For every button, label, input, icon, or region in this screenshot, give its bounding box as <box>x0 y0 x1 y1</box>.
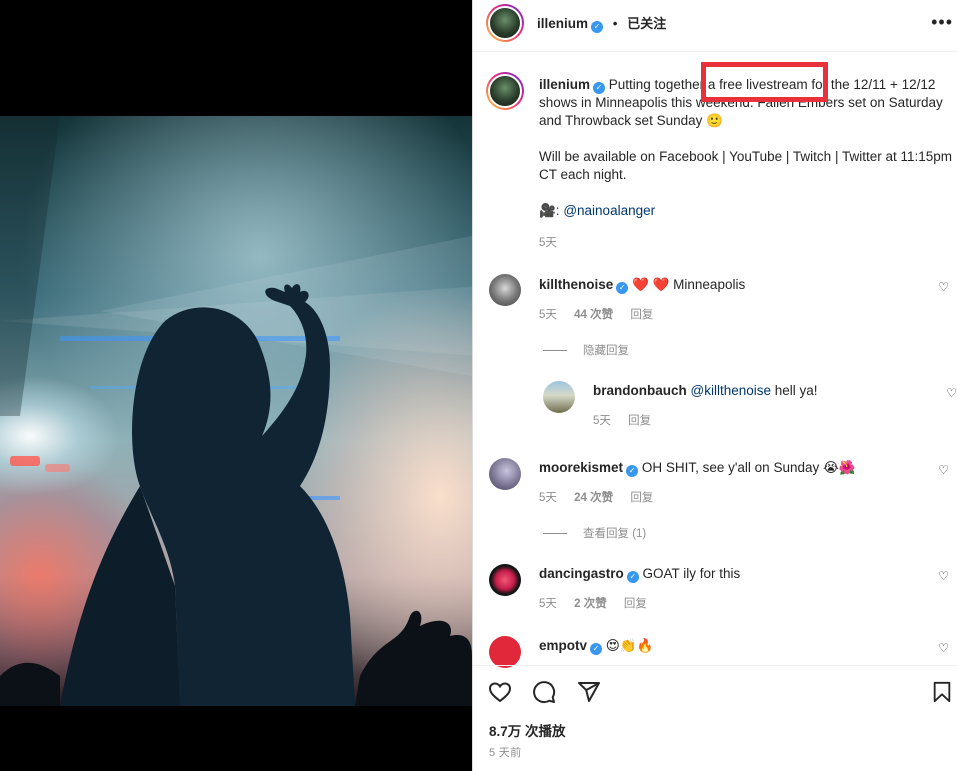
header-row: illenium ✓ • 已关注 <box>537 13 666 33</box>
view-replies-label: 查看回复 (1) <box>583 528 647 540</box>
hide-replies-label: 隐藏回复 <box>583 345 629 357</box>
comment-like-heart-icon[interactable]: ♡ <box>938 461 949 479</box>
reply-like-heart-icon[interactable]: ♡ <box>946 384 957 402</box>
comment-reply-button[interactable]: 回复 <box>630 492 653 504</box>
reply-time[interactable]: 5天 <box>593 415 611 427</box>
heart-icon[interactable] <box>487 680 513 704</box>
comment-text: OH SHIT, see y'all on Sunday 😭🌺 <box>641 460 856 475</box>
camera-emoji-icon: 🎥: <box>539 203 560 218</box>
view-replies-toggle[interactable]: 查看回复 (1) <box>543 525 646 541</box>
reply-item: brandonbauch @killthenoise hell ya! ♡ 5天… <box>593 382 957 430</box>
comment-text: ❤️ ❤️ Minneapolis <box>632 277 746 292</box>
view-count[interactable]: 8.7万 次播放 <box>489 720 566 740</box>
caption-author-username[interactable]: illenium <box>539 77 590 92</box>
verified-badge-icon: ✓ <box>591 21 604 33</box>
comment-like-heart-icon[interactable]: ♡ <box>938 278 949 296</box>
comment-meta: 5天 24 次赞 回复 <box>539 489 949 507</box>
following-button[interactable]: 已关注 <box>627 16 666 31</box>
verified-badge-icon: ✓ <box>626 465 639 477</box>
post-detail-panel: illenium ✓ • 已关注 ••• illenium ✓ Putting to… <box>473 0 957 771</box>
action-icons <box>487 680 616 709</box>
comment-time[interactable]: 5天 <box>539 598 557 610</box>
comment-like-heart-icon[interactable]: ♡ <box>938 639 949 657</box>
post-date[interactable]: 5 天前 <box>489 744 521 760</box>
concert-photo[interactable] <box>0 116 472 706</box>
comment-reply-button[interactable]: 回复 <box>630 309 653 321</box>
caption-author-avatar[interactable] <box>486 72 524 110</box>
commenter-avatar[interactable] <box>489 458 521 490</box>
author-username[interactable]: illenium <box>537 16 588 31</box>
comment-item: empotv ✓ 😍👏🔥 ♡ <box>539 637 949 655</box>
comment-username[interactable]: killthenoise <box>539 277 613 292</box>
share-icon[interactable] <box>576 680 602 704</box>
caption-availability-text: Will be available on Facebook | YouTube … <box>539 149 953 182</box>
verified-badge-icon: ✓ <box>626 571 639 583</box>
author-avatar[interactable] <box>486 4 524 42</box>
post-action-bar: 8.7万 次播放 5 天前 <box>473 665 957 771</box>
thread-line <box>543 533 567 535</box>
reply-meta: 5天 回复 <box>593 412 957 430</box>
comment-time[interactable]: 5天 <box>539 492 557 504</box>
reply-reply-button[interactable]: 回复 <box>628 415 651 427</box>
verified-badge-icon: ✓ <box>616 282 629 294</box>
commenter-avatar[interactable] <box>489 274 521 306</box>
commenter-avatar[interactable] <box>489 564 521 596</box>
commenter-avatar[interactable] <box>489 636 521 668</box>
silhouette-illustration <box>0 116 472 706</box>
comment-username[interactable]: moorekismet <box>539 460 623 475</box>
verified-badge-icon: ✓ <box>590 643 603 655</box>
header-separator: • <box>612 16 618 31</box>
comment-likes[interactable]: 24 次赞 <box>574 492 613 504</box>
hide-replies-toggle[interactable]: 隐藏回复 <box>543 342 629 358</box>
more-options-icon[interactable]: ••• <box>931 12 953 33</box>
post-header: illenium ✓ • 已关注 ••• <box>473 0 957 52</box>
post-media[interactable] <box>0 0 472 771</box>
comment-meta: 5天 2 次赞 回复 <box>539 595 949 613</box>
bookmark-icon[interactable] <box>931 680 953 704</box>
reply-text: hell ya! <box>771 383 818 398</box>
comment-item: dancingastro ✓ GOAT ily for this ♡ 5天 2 次… <box>539 565 949 613</box>
credit-mention-link[interactable]: @nainoalanger <box>563 203 655 218</box>
comment-reply-button[interactable]: 回复 <box>624 598 647 610</box>
reply-username[interactable]: brandonbauch <box>593 383 687 398</box>
comment-username[interactable]: dancingastro <box>539 566 624 581</box>
comment-item: killthenoise ✓ ❤️ ❤️ Minneapolis ♡ 5天 44 … <box>539 276 949 324</box>
verified-badge-icon: ✓ <box>593 82 606 94</box>
reply-avatar[interactable] <box>543 381 575 413</box>
comment-like-heart-icon[interactable]: ♡ <box>938 567 949 585</box>
comment-likes[interactable]: 2 次赞 <box>574 598 607 610</box>
comment-item: moorekismet ✓ OH SHIT, see y'all on Sunda… <box>539 459 949 507</box>
comment-username[interactable]: empotv <box>539 638 587 653</box>
comment-text: 😍👏🔥 <box>605 638 654 653</box>
reply-mention-link[interactable]: @killthenoise <box>691 383 772 398</box>
comment-time[interactable]: 5天 <box>539 309 557 321</box>
thread-line <box>543 350 567 352</box>
comment-text: GOAT ily for this <box>642 566 741 581</box>
caption-timestamp[interactable]: 5天 <box>539 237 557 249</box>
comment-meta: 5天 44 次赞 回复 <box>539 306 949 324</box>
post-caption: illenium ✓ Putting together a free livest… <box>539 76 957 252</box>
comment-likes[interactable]: 44 次赞 <box>574 309 613 321</box>
comment-icon[interactable] <box>531 680 557 704</box>
